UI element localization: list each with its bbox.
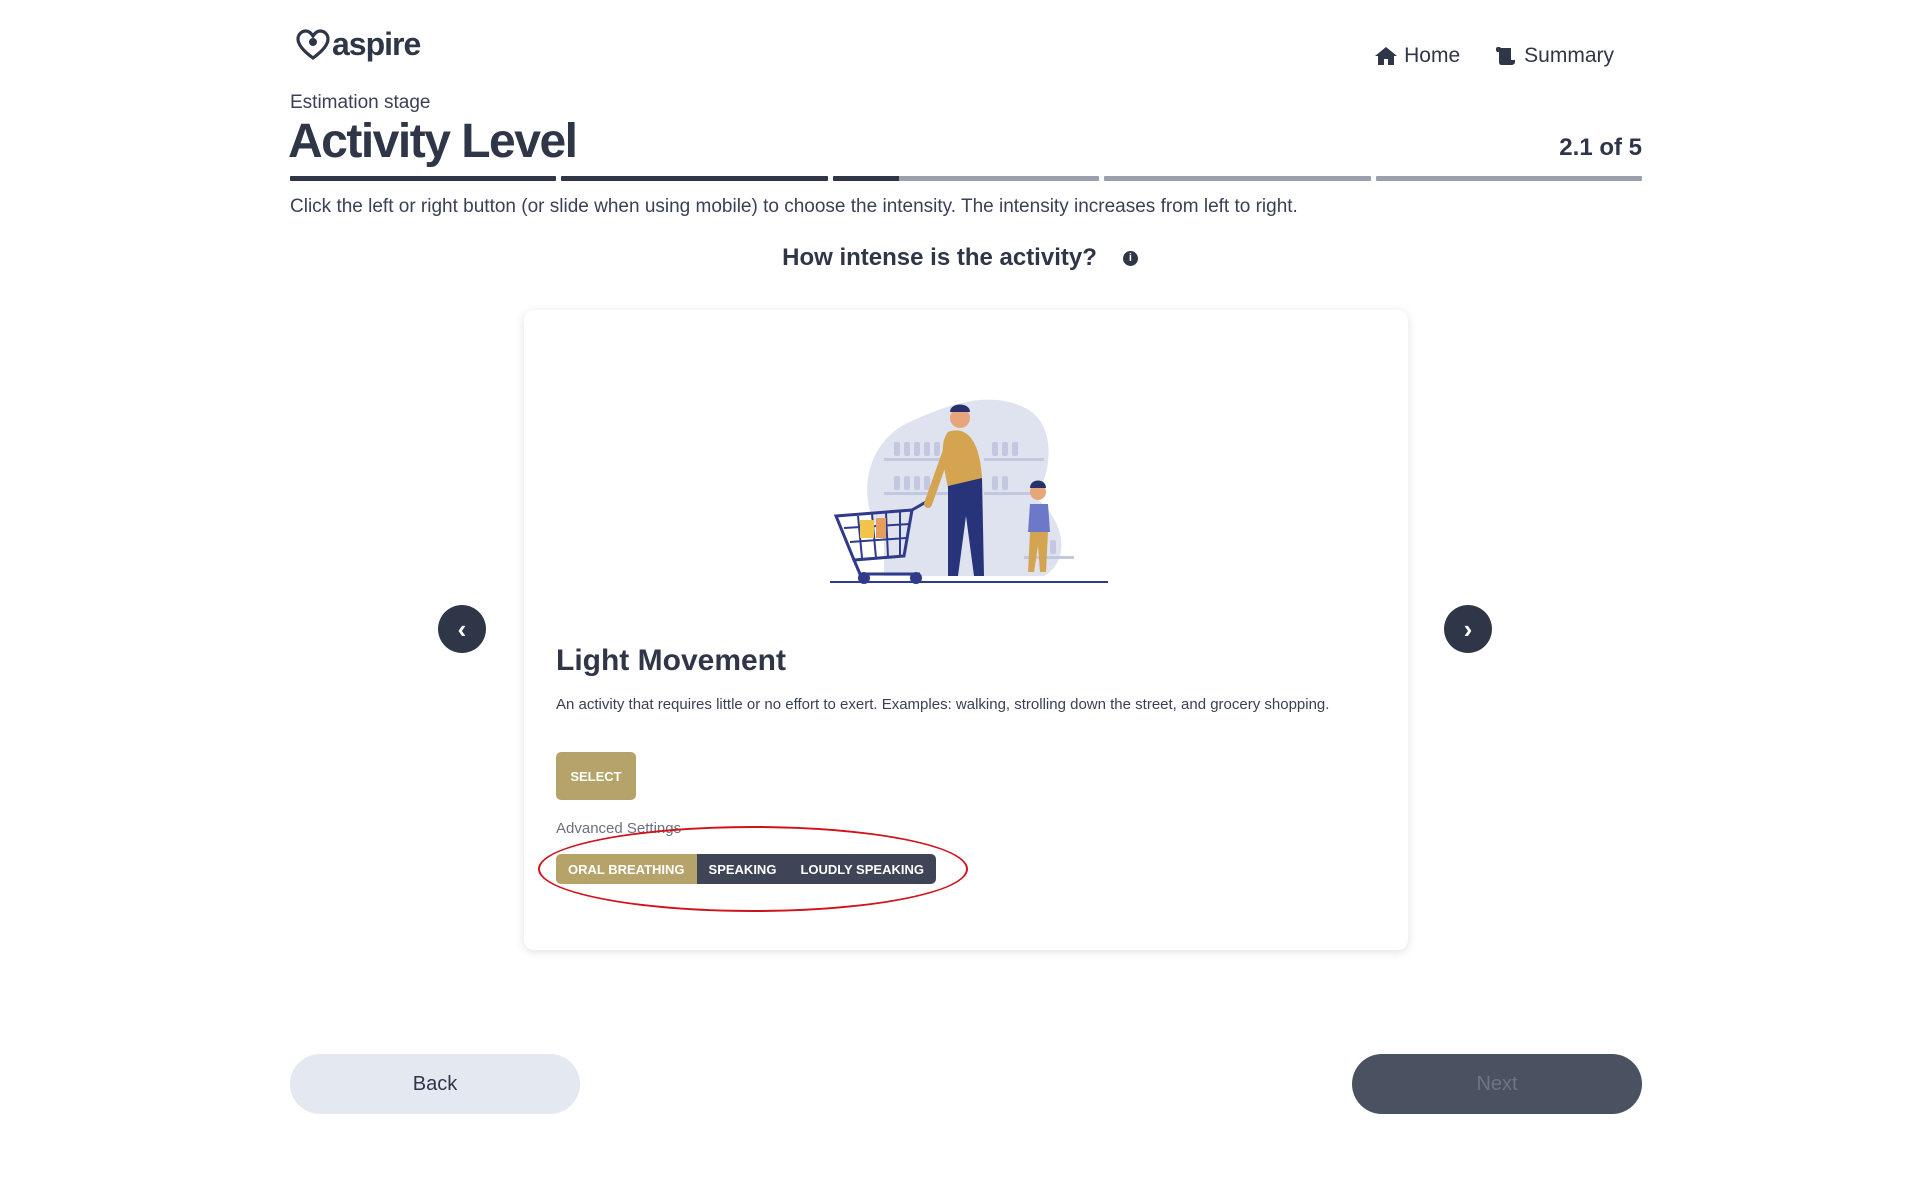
progress-segment <box>561 176 828 181</box>
page-title: Activity Level <box>288 115 578 168</box>
nav-summary-label: Summary <box>1524 44 1614 67</box>
select-button[interactable]: SELECT <box>556 752 636 800</box>
progress-segment <box>290 176 557 181</box>
instructions-text: Click the left or right button (or slide… <box>290 196 1298 217</box>
card-title: Light Movement <box>556 644 786 677</box>
progress-bar <box>290 176 1643 181</box>
previous-button[interactable]: ‹ <box>438 605 486 653</box>
aspire-logo[interactable]: aspire <box>296 26 421 63</box>
card-description: An activity that requires little or no e… <box>556 696 1330 713</box>
stage-label: Estimation stage <box>290 92 431 113</box>
nav-summary[interactable]: Summary <box>1494 44 1614 68</box>
info-icon[interactable]: i <box>1122 250 1138 266</box>
option-speaking[interactable]: SPEAKING <box>696 854 789 884</box>
advanced-settings-label: Advanced Settings <box>556 820 682 837</box>
nav-home[interactable]: Home <box>1374 44 1460 68</box>
nav-home-label: Home <box>1404 44 1461 67</box>
back-button[interactable]: Back <box>290 1054 580 1114</box>
option-oral-breathing[interactable]: ORAL BREATHING <box>556 854 697 884</box>
brand-name: aspire <box>332 26 421 62</box>
progress-segment <box>832 176 1100 181</box>
next-button[interactable]: Next <box>1352 1054 1642 1114</box>
progress-segment <box>1104 176 1371 181</box>
scroll-icon <box>1496 47 1516 65</box>
heart-logo-icon <box>296 28 330 60</box>
question-row: How intense is the activity? i <box>0 244 1920 272</box>
home-icon <box>1375 47 1398 65</box>
question-text: How intense is the activity? <box>782 244 1097 271</box>
option-loudly-speaking[interactable]: LOUDLY SPEAKING <box>788 854 936 884</box>
breathing-mode-toggle: ORAL BREATHING SPEAKING LOUDLY SPEAKING <box>556 854 936 884</box>
progress-segment <box>1375 176 1643 181</box>
top-nav: Home Summary <box>1374 44 1614 68</box>
shopping-illustration <box>830 399 1108 584</box>
step-count: 2.1 of 5 <box>1559 134 1642 161</box>
next-slide-button[interactable]: › <box>1444 605 1492 653</box>
activity-card: Light Movement An activity that requires… <box>524 310 1408 950</box>
